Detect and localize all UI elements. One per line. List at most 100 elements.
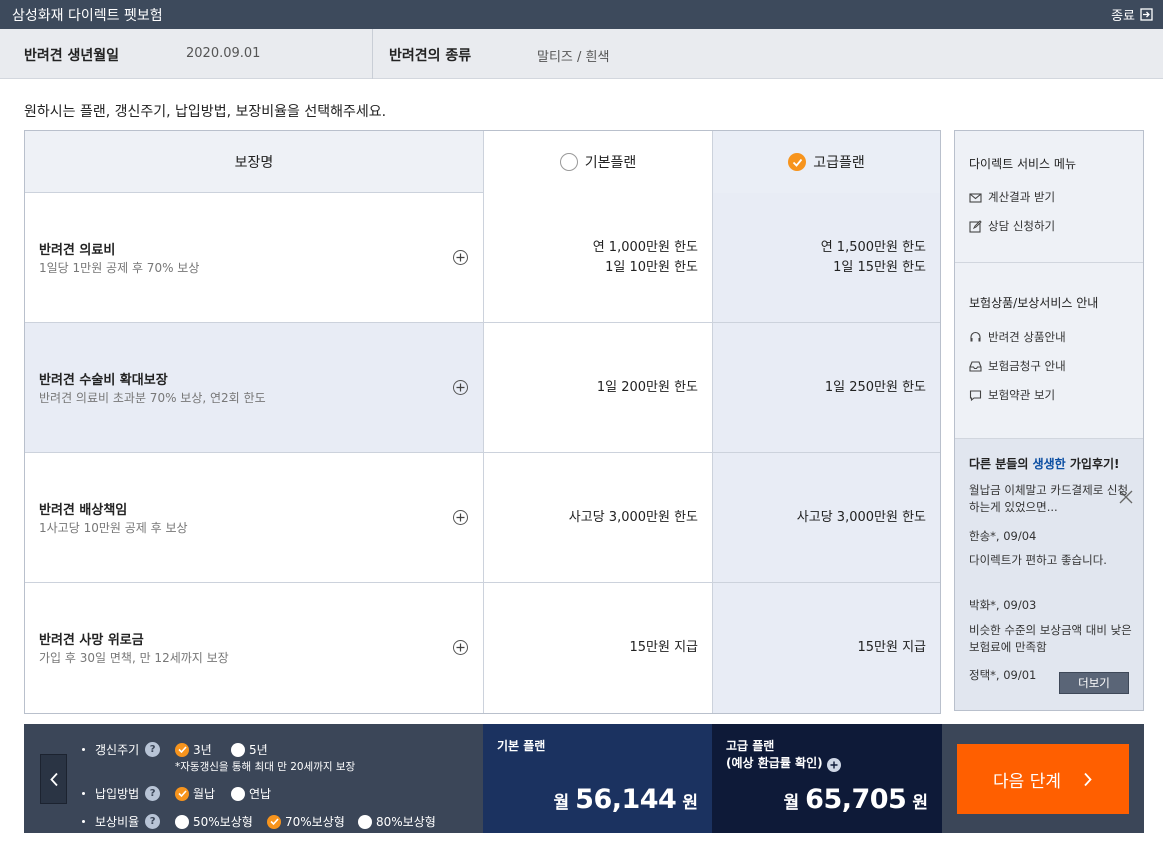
- coverage-title: 반려견 수술비 확대보장: [39, 373, 168, 388]
- payment-yearly-option[interactable]: 연납: [231, 785, 271, 802]
- premium-limit-line: 1일 15만원 한도: [833, 259, 926, 275]
- basic-limit-line: 연 1,000만원 한도: [592, 239, 698, 255]
- basic-plan-cell: 연 1,000만원 한도 1일 10만원 한도: [483, 193, 712, 322]
- renewal-label-group: 갱신주기 ?: [82, 741, 161, 758]
- basic-plan-label: 기본플랜: [584, 155, 637, 171]
- review-author: 박화*, 09/03: [969, 598, 1037, 612]
- product-guide-link[interactable]: 반려견 상품안내: [969, 329, 1066, 345]
- reviews-title-highlight: 생생한: [1032, 457, 1066, 471]
- review-text: 월납금 이체말고 카드결제로 신청하는게 있었으면...: [969, 483, 1129, 514]
- premium-plan-cell: 1일 250만원 한도: [712, 323, 940, 452]
- price-currency: 원: [682, 793, 698, 813]
- renewal-5y-option[interactable]: 5년: [231, 741, 268, 758]
- more-reviews-button[interactable]: 더보기: [1059, 672, 1129, 694]
- premium-limit-line: 15만원 지급: [857, 640, 926, 655]
- price-unit: 월: [553, 793, 570, 813]
- terms-link[interactable]: 보험약관 보기: [969, 387, 1055, 403]
- premium-price-panel: 고급 플랜 (예상 환급률 확인) 월 65,705 원: [712, 724, 942, 833]
- ratio-80-option[interactable]: 80%보상형: [358, 813, 436, 830]
- radio-checked-icon: [267, 814, 281, 829]
- guide-title: 보험상품/보상서비스 안내: [969, 296, 1099, 310]
- plus-circle-icon[interactable]: [453, 380, 468, 395]
- window-title: 삼성화재 다이렉트 펫보험: [12, 8, 163, 24]
- bullet: [82, 792, 85, 795]
- price-unit: 월: [783, 793, 800, 813]
- option-label: 80%보상형: [376, 815, 436, 829]
- coverage-name-cell: 반려견 의료비 1일당 1만원 공제 후 70% 보상: [25, 193, 483, 322]
- radio-unchecked-icon: [175, 814, 189, 829]
- premium-price-label: 고급 플랜 (예상 환급률 확인): [726, 738, 841, 772]
- help-icon[interactable]: ?: [145, 742, 161, 757]
- basic-limit-line: 1일 200만원 한도: [596, 379, 698, 395]
- radio-unchecked-icon: [559, 153, 578, 171]
- radio-checked-icon: [175, 742, 189, 757]
- consult-request-link[interactable]: 상담 신청하기: [969, 218, 1055, 234]
- link-label: 상담 신청하기: [988, 219, 1056, 233]
- basic-limit-line: 사고당 3,000만원 한도: [568, 509, 698, 525]
- premium-plan-option[interactable]: 고급플랜: [712, 131, 940, 193]
- chevron-left-icon: [49, 772, 58, 786]
- radio-unchecked-icon: [358, 814, 372, 829]
- pet-info-bar: 반려견 생년월일 2020.09.01 반려견의 종류 말티즈 / 흰색: [0, 29, 1163, 79]
- next-step-label: 다음 단계: [993, 771, 1061, 792]
- table-row: 반려견 의료비 1일당 1만원 공제 후 70% 보상 연 1,000만원 한도…: [25, 193, 940, 323]
- header-coverage-name: 보장명: [234, 155, 274, 171]
- basic-plan-option[interactable]: 기본플랜: [483, 131, 712, 193]
- coverage-name-cell: 반려견 배상책임 1사고당 10만원 공제 후 보상: [25, 453, 483, 582]
- breed-label: 반려견의 종류: [389, 48, 472, 64]
- table-row: 반려견 수술비 확대보장 반려견 의료비 초과분 70% 보상, 연2회 한도 …: [25, 323, 940, 453]
- guide-section: 보험상품/보상서비스 안내 반려견 상품안내 보험금청구 안내 보험약관 보기: [955, 263, 1143, 439]
- renewal-3y-option[interactable]: 3년: [175, 741, 212, 758]
- bullet: [82, 748, 85, 751]
- table-row: 반려견 배상책임 1사고당 10만원 공제 후 보상 사고당 3,000만원 한…: [25, 453, 940, 583]
- next-step-button[interactable]: 다음 단계: [957, 744, 1129, 814]
- plus-circle-icon[interactable]: [453, 640, 468, 655]
- inbox-icon: [969, 360, 982, 372]
- radio-unchecked-icon: [231, 742, 245, 757]
- basic-plan-cell: 1일 200만원 한도: [483, 323, 712, 452]
- help-icon[interactable]: ?: [145, 786, 161, 801]
- renewal-note: *자동갱신을 통해 최대 만 20세까지 보장: [175, 761, 356, 773]
- get-result-link[interactable]: 계산결과 받기: [969, 189, 1055, 205]
- coverage-subtitle: 반려견 의료비 초과분 70% 보상, 연2회 한도: [39, 391, 266, 405]
- option-label: 연납: [249, 787, 272, 801]
- coverage-subtitle: 1사고당 10만원 공제 후 보상: [39, 521, 188, 535]
- claim-guide-link[interactable]: 보험금청구 안내: [969, 358, 1066, 374]
- option-label: 50%보상형: [193, 815, 253, 829]
- reviews-section: 다른 분들의 생생한 가입후기! 월납금 이체말고 카드결제로 신청하는게 있었…: [955, 439, 1143, 710]
- coverage-title: 반려견 의료비: [39, 243, 116, 258]
- premium-label-line: 고급 플랜: [726, 739, 775, 753]
- breed-value: 말티즈 / 흰색: [537, 50, 610, 65]
- coverage-subtitle: 가입 후 30일 면책, 만 12세까지 보장: [39, 651, 229, 665]
- price-currency: 원: [912, 793, 928, 813]
- coverage-name-cell: 반려견 수술비 확대보장 반려견 의료비 초과분 70% 보상, 연2회 한도: [25, 323, 483, 452]
- link-label: 보험금청구 안내: [988, 359, 1066, 373]
- plus-circle-icon[interactable]: [453, 250, 468, 265]
- coverage-title: 반려견 사망 위로금: [39, 633, 144, 648]
- birth-label: 반려견 생년월일: [24, 48, 120, 64]
- basic-price-panel: 기본 플랜 월 56,144 원: [483, 724, 712, 833]
- payment-monthly-option[interactable]: 월납: [175, 785, 215, 802]
- prev-button[interactable]: [40, 754, 67, 804]
- basic-price-value: 56,144: [575, 784, 677, 815]
- premium-plan-cell: 연 1,500만원 한도 1일 15만원 한도: [712, 193, 940, 322]
- link-label: 보험약관 보기: [988, 388, 1056, 402]
- table-row: 반려견 사망 위로금 가입 후 30일 면책, 만 12세까지 보장 15만원 …: [25, 583, 940, 713]
- close-button[interactable]: 종료: [1111, 5, 1153, 24]
- premium-plan-cell: 15만원 지급: [712, 583, 940, 713]
- reviews-title-part: 가입후기!: [1065, 457, 1120, 471]
- radio-unchecked-icon: [231, 786, 245, 801]
- refund-rate-link[interactable]: (예상 환급률 확인): [726, 756, 823, 770]
- divider: [372, 29, 373, 79]
- help-icon[interactable]: ?: [145, 814, 161, 829]
- basic-price-label: 기본 플랜: [497, 739, 546, 753]
- plus-circle-icon[interactable]: [826, 758, 841, 772]
- premium-plan-cell: 사고당 3,000만원 한도: [712, 453, 940, 582]
- radio-checked-icon: [788, 153, 807, 171]
- review-text: 비슷한 수준의 보상금액 대비 낮은 보험료에 만족함: [969, 623, 1132, 654]
- option-label: 월납: [193, 787, 216, 801]
- ratio-50-option[interactable]: 50%보상형: [175, 813, 253, 830]
- plus-circle-icon[interactable]: [453, 510, 468, 525]
- title-bar: 삼성화재 다이렉트 펫보험 종료: [0, 0, 1163, 29]
- ratio-70-option[interactable]: 70%보상형: [267, 813, 345, 830]
